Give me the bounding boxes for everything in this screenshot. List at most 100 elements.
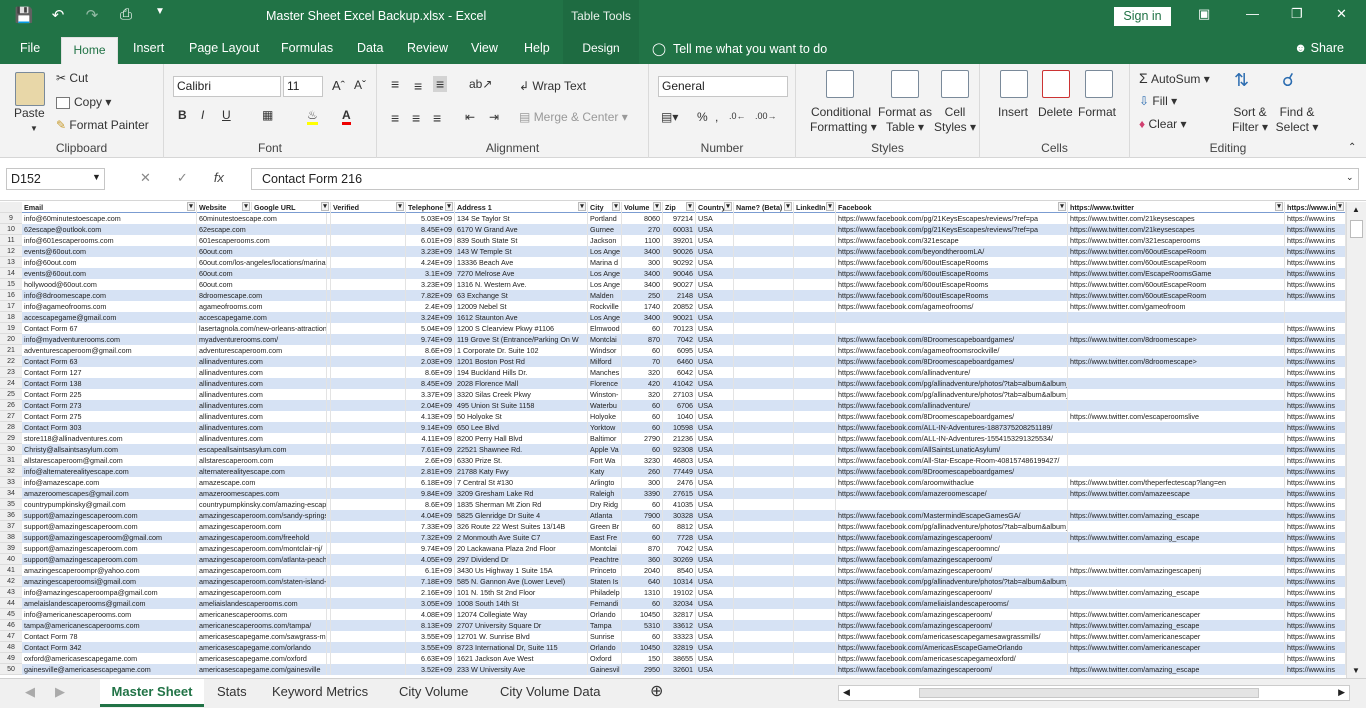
table-cell[interactable] [794, 609, 836, 620]
column-header[interactable]: Name? (Beta) ▾ [734, 202, 794, 213]
table-cell[interactable] [331, 488, 406, 499]
table-cell[interactable]: 194 Buckland Hills Dr. [455, 367, 588, 378]
table-cell[interactable]: 1612 Staunton Ave [455, 312, 588, 323]
table-cell[interactable] [331, 367, 406, 378]
table-cell[interactable]: 10450 [622, 642, 663, 653]
table-cell[interactable]: USA [696, 378, 734, 389]
table-cell[interactable]: info@60minutestoescape.com [22, 213, 197, 224]
table-cell[interactable] [1068, 422, 1285, 433]
table-cell[interactable]: 3.23E+09 [406, 246, 455, 257]
table-cell[interactable]: 4.11E+09 [406, 433, 455, 444]
share-button[interactable]: ☻ Share [1294, 41, 1344, 55]
table-cell[interactable]: https://www.ins [1285, 257, 1346, 268]
table-cell[interactable]: https://www.facebook.com/60outEscapeRoom… [836, 290, 1068, 301]
table-cell[interactable]: 60out.com [197, 268, 327, 279]
table-cell[interactable]: 297 Dividend Dr [455, 554, 588, 565]
table-cell[interactable] [794, 532, 836, 543]
table-cell[interactable]: 6330 Prize St. [455, 455, 588, 466]
table-cell[interactable]: 2476 [663, 477, 696, 488]
table-cell[interactable]: 143 W Temple St [455, 246, 588, 257]
table-cell[interactable]: 8060 [622, 213, 663, 224]
save-icon[interactable]: 💾 [14, 6, 34, 24]
table-cell[interactable]: https://www.ins [1285, 213, 1346, 224]
table-cell[interactable]: 3.55E+09 [406, 631, 455, 642]
table-cell[interactable]: https://www.facebook.com/pg/allinadventu… [836, 576, 1068, 587]
table-cell[interactable]: Holyoke [588, 411, 622, 422]
table-cell[interactable]: 1100 [622, 235, 663, 246]
table-cell[interactable] [734, 631, 794, 642]
table-cell[interactable]: https://www.ins [1285, 576, 1346, 587]
table-cell[interactable]: USA [696, 433, 734, 444]
table-cell[interactable]: Los Ange [588, 268, 622, 279]
cancel-icon[interactable]: ✕ [140, 170, 151, 186]
table-cell[interactable]: 60 [622, 499, 663, 510]
bold-icon[interactable]: B [178, 108, 187, 122]
table-cell[interactable]: 41042 [663, 378, 696, 389]
row-header[interactable]: 32 [0, 466, 22, 477]
table-cell[interactable]: USA [696, 246, 734, 257]
table-cell[interactable]: https://www.ins [1285, 587, 1346, 598]
table-cell[interactable] [794, 543, 836, 554]
row-header[interactable]: 26 [0, 400, 22, 411]
sheet-tab-city-volume-data[interactable]: City Volume Data [500, 684, 600, 699]
ribbon-display-icon[interactable]: ▣ [1198, 6, 1210, 22]
table-cell[interactable]: 5.04E+09 [406, 323, 455, 334]
table-cell[interactable]: 260 [622, 466, 663, 477]
table-cell[interactable]: 33323 [663, 631, 696, 642]
table-cell[interactable]: 10598 [663, 422, 696, 433]
table-cell[interactable]: 3320 Silas Creek Pkwy [455, 389, 588, 400]
table-cell[interactable]: https://www.ins [1285, 290, 1346, 301]
scroll-up-icon[interactable]: ▲ [1352, 205, 1360, 214]
table-cell[interactable]: https://www.facebook.com/ameliaislandesc… [836, 598, 1068, 609]
table-cell[interactable]: Tampa [588, 620, 622, 631]
table-cell[interactable]: USA [696, 488, 734, 499]
table-cell[interactable]: 8.45E+09 [406, 378, 455, 389]
table-cell[interactable]: allinadventures.com [197, 422, 327, 433]
table-cell[interactable] [794, 554, 836, 565]
table-cell[interactable]: https://www.twitter.com/americanescaper [1068, 642, 1285, 653]
table-cell[interactable]: escapeallsaintsasylum.com [197, 444, 327, 455]
format-cells-icon[interactable] [1085, 70, 1113, 98]
table-cell[interactable]: lasertagnola.com/new-orleans-attractions… [197, 323, 327, 334]
table-cell[interactable] [734, 345, 794, 356]
table-cell[interactable] [794, 268, 836, 279]
table-cell[interactable] [734, 499, 794, 510]
row-header[interactable]: 18 [0, 312, 22, 323]
table-cell[interactable]: https://www.ins [1285, 268, 1346, 279]
filter-dropdown-icon[interactable]: ▾ [187, 202, 195, 211]
table-cell[interactable]: https://www.ins [1285, 455, 1346, 466]
table-cell[interactable]: Fort Wa [588, 455, 622, 466]
table-cell[interactable]: 1200 S Clearview Pkwy #1106 [455, 323, 588, 334]
tab-formulas[interactable]: Formulas [281, 41, 333, 55]
table-cell[interactable] [331, 279, 406, 290]
name-box[interactable]: D152 [6, 168, 105, 190]
decrease-decimal-icon[interactable]: .00→ [755, 111, 777, 121]
table-cell[interactable]: 60 [622, 323, 663, 334]
table-cell[interactable]: https://www.twitter.com/21keysescapes [1068, 224, 1285, 235]
row-header[interactable]: 49 [0, 653, 22, 664]
table-cell[interactable]: Baltimor [588, 433, 622, 444]
table-cell[interactable] [331, 664, 406, 675]
table-cell[interactable]: amazingescaperoom.com [197, 587, 327, 598]
find-select-button[interactable]: Find & Select ▾ [1275, 105, 1319, 135]
table-cell[interactable]: 2028 Florence Mall [455, 378, 588, 389]
table-cell[interactable]: https://www.facebook.com/MastermindEscap… [836, 510, 1068, 521]
table-cell[interactable]: Montclai [588, 334, 622, 345]
filter-dropdown-icon[interactable]: ▾ [1058, 202, 1066, 211]
table-cell[interactable]: 60 [622, 400, 663, 411]
table-cell[interactable]: Katy [588, 466, 622, 477]
sort-filter-icon[interactable]: ⇅ [1234, 70, 1249, 91]
table-cell[interactable] [734, 532, 794, 543]
table-cell[interactable]: USA [696, 620, 734, 631]
table-cell[interactable] [734, 642, 794, 653]
table-cell[interactable] [794, 345, 836, 356]
table-cell[interactable] [331, 455, 406, 466]
table-cell[interactable]: 134 Se Taylor St [455, 213, 588, 224]
customize-qat-icon[interactable]: ▼ [150, 6, 170, 24]
table-cell[interactable]: 32817 [663, 609, 696, 620]
table-cell[interactable]: Gurnee [588, 224, 622, 235]
table-cell[interactable]: 27615 [663, 488, 696, 499]
borders-icon[interactable]: ▦ [262, 108, 273, 122]
table-cell[interactable]: americasescapegame.com/sawgrass-mills [197, 631, 327, 642]
table-cell[interactable] [331, 268, 406, 279]
